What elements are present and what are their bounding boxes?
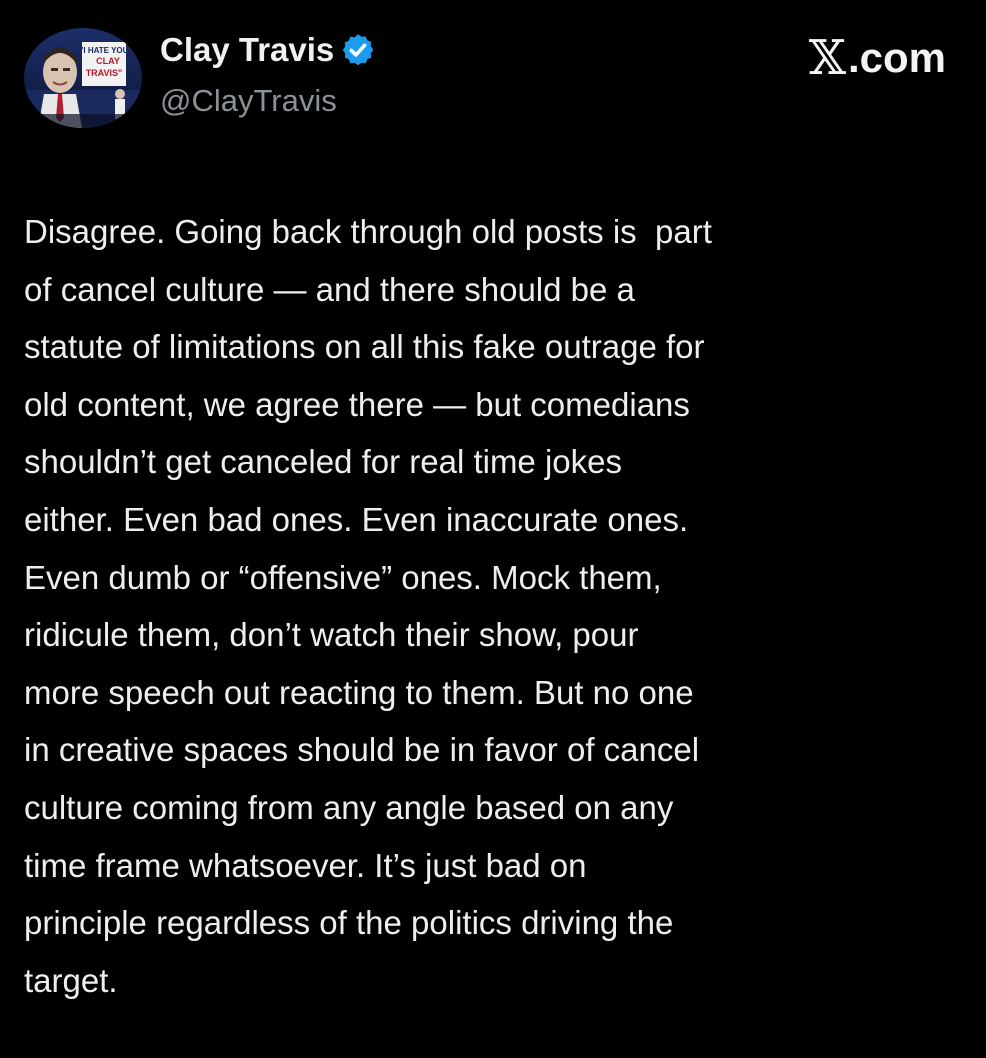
- post-text-line: principle regardless of the politics dri…: [24, 904, 674, 942]
- post-text-line: shouldn’t get canceled for real time jok…: [24, 443, 622, 481]
- post-text-line: old content, we agree there — but comedi…: [24, 385, 690, 423]
- brand-label: .com: [847, 34, 946, 81]
- post-text-line: in creative spaces should be in favor of…: [24, 731, 700, 769]
- avatar[interactable]: "I HATE YOU CLAY TRAVIS": [24, 28, 142, 128]
- author-display-name[interactable]: Clay Travis: [160, 30, 334, 70]
- x-logo-icon: 𝕏: [808, 30, 846, 86]
- post-text-line: Disagree. Going back through old posts i…: [24, 213, 712, 250]
- avatar-sign-line-1: "I HATE YOU: [80, 46, 129, 55]
- avatar-sign-line-2: CLAY: [96, 56, 120, 66]
- verified-badge-icon: [342, 34, 374, 66]
- post-text-line: Even dumb or “offensive” ones. Mock them…: [24, 558, 662, 596]
- avatar-image: "I HATE YOU CLAY TRAVIS": [24, 28, 142, 128]
- post-text-line: target.: [24, 961, 118, 999]
- post-text-line: either. Even bad ones. Even inaccurate o…: [24, 500, 689, 538]
- post-text-line: statute of limitations on all this fake …: [24, 328, 705, 366]
- post-text: Disagree. Going back through old posts i…: [24, 203, 972, 1009]
- author-display-name-row[interactable]: Clay Travis: [160, 30, 376, 70]
- avatar-sign-line-3: TRAVIS": [86, 68, 123, 78]
- post-text-line: more speech out reacting to them. But no…: [24, 673, 694, 711]
- post-text-line: time frame whatsoever. It’s just bad on: [24, 846, 587, 884]
- brand-mark: 𝕏 .com: [809, 34, 946, 82]
- author-handle[interactable]: @ClayTravis: [160, 82, 337, 120]
- post-text-line: ridicule them, don’t watch their show, p…: [24, 616, 639, 654]
- post-text-line: of cancel culture — and there should be …: [24, 270, 635, 308]
- post-text-line: culture coming from any angle based on a…: [24, 788, 674, 826]
